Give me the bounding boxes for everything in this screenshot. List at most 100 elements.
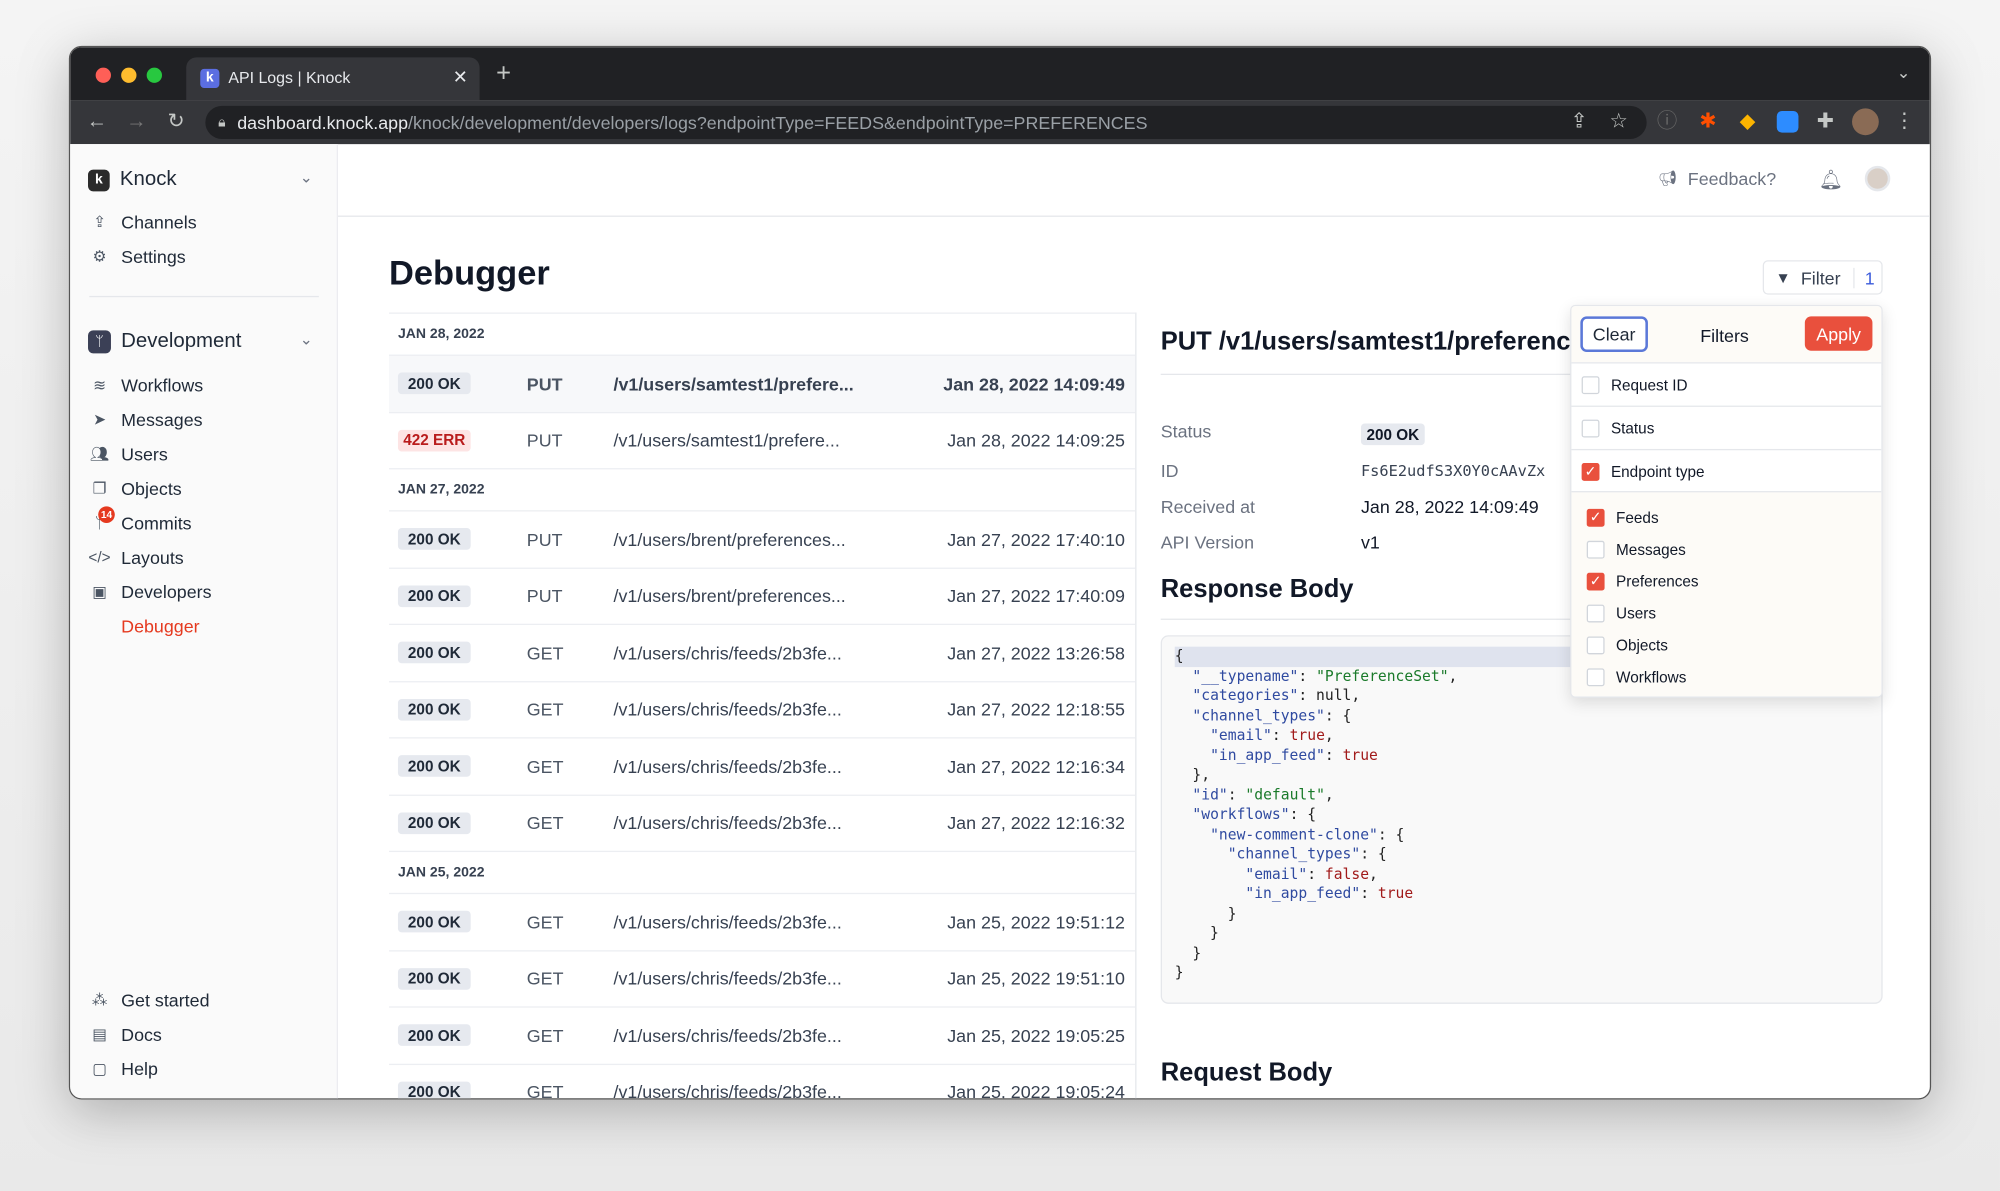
chevron-down-icon[interactable]: ⌄: [300, 168, 313, 186]
table-row[interactable]: 200 OKPUT/v1/users/brent/preferences...J…: [389, 510, 1135, 567]
sidebar-item-label: Settings: [121, 246, 186, 266]
endpoint-type-label: Preferences: [1616, 573, 1699, 591]
table-row[interactable]: 422 ERRPUT/v1/users/samtest1/prefere...J…: [389, 411, 1135, 468]
method: GET: [527, 1082, 564, 1100]
filter-option-label: Request ID: [1611, 376, 1688, 394]
sidebar-item-workflows[interactable]: ≋Workflows: [88, 371, 203, 399]
checkbox[interactable]: [1582, 376, 1600, 394]
table-row[interactable]: 200 OKPUT/v1/users/samtest1/prefere...Ja…: [389, 355, 1135, 412]
checkbox-preferences[interactable]: ✓: [1587, 573, 1605, 591]
environment-switcher[interactable]: ᛘ Development: [88, 328, 241, 356]
airtable-extension-icon[interactable]: ◆: [1735, 110, 1761, 136]
filters-popover: Clear Filters Apply Request IDStatus✓End…: [1570, 305, 1882, 698]
minimize-window-button[interactable]: [121, 68, 136, 83]
filter-button[interactable]: ▼ Filter 1: [1763, 260, 1883, 294]
sidebar-item-help[interactable]: ▢Help: [88, 1055, 158, 1083]
commits-count-badge: 14: [98, 506, 115, 523]
status-badge: 200 OK: [398, 968, 471, 990]
sidebar-item-users[interactable]: 👥︎Users: [88, 440, 168, 468]
endpoint-path: /v1/users/chris/feeds/2b3fe...: [614, 912, 842, 932]
sidebar-item-debugger[interactable]: Debugger: [121, 612, 199, 640]
bell-icon[interactable]: 🔔︎: [1819, 168, 1843, 191]
clear-button[interactable]: Clear: [1580, 316, 1648, 352]
sidebar-item-settings[interactable]: ⚙ Settings: [88, 242, 186, 270]
user-avatar[interactable]: [1865, 166, 1891, 192]
checkbox-workflows[interactable]: [1587, 668, 1605, 686]
sidebar-item-objects[interactable]: ❐Objects: [88, 474, 182, 502]
endpoint-type-label: Objects: [1616, 636, 1668, 654]
status-badge: 200 OK: [398, 585, 471, 607]
extensions-puzzle-icon[interactable]: ✚: [1812, 110, 1838, 136]
table-row[interactable]: 200 OKGET/v1/users/chris/feeds/2b3fe...J…: [389, 893, 1135, 950]
filter-option[interactable]: ✓Endpoint type: [1571, 449, 1881, 492]
workspace-switcher[interactable]: k Knock: [88, 166, 177, 194]
table-row[interactable]: 200 OKGET/v1/users/chris/feeds/2b3fe...J…: [389, 624, 1135, 681]
close-window-button[interactable]: [96, 68, 111, 83]
table-row[interactable]: 200 OKGET/v1/users/chris/feeds/2b3fe...J…: [389, 1063, 1135, 1099]
sidebar-item-label: Developers: [121, 582, 211, 602]
sidebar-item-commits[interactable]: ᛘ14Commits: [88, 509, 192, 537]
table-row[interactable]: 200 OKPUT/v1/users/brent/preferences...J…: [389, 567, 1135, 624]
request-id-value[interactable]: Fs6E2udfS3X0Y0cAAvZx: [1361, 462, 1545, 480]
table-row[interactable]: 200 OKGET/v1/users/chris/feeds/2b3fe...J…: [389, 950, 1135, 1007]
filter-option[interactable]: Status: [1571, 406, 1881, 449]
endpoint-path: /v1/users/chris/feeds/2b3fe...: [614, 1082, 842, 1100]
browser-tab[interactable]: k API Logs | Knock ✕: [186, 57, 479, 100]
gear-icon: ⚙: [88, 247, 111, 265]
new-tab-icon[interactable]: +: [496, 60, 511, 89]
table-row[interactable]: 200 OKGET/v1/users/chris/feeds/2b3fe...J…: [389, 1006, 1135, 1063]
tab-search-chevron-icon[interactable]: ⌄: [1897, 62, 1911, 82]
timestamp: Jan 27, 2022 17:40:10: [947, 529, 1125, 549]
nodes-icon: ⁂: [88, 991, 111, 1009]
checkbox[interactable]: [1582, 420, 1600, 438]
upload-box-icon: ⇪: [88, 213, 111, 231]
checkbox-messages[interactable]: [1587, 541, 1605, 559]
chevron-down-icon[interactable]: ⌄: [300, 330, 313, 348]
filter-count: 1: [1853, 267, 1874, 287]
feedback-button[interactable]: 📢︎Feedback?: [1658, 168, 1776, 188]
zoom-extension-icon[interactable]: [1777, 111, 1799, 133]
endpoint-type-label: Workflows: [1616, 668, 1686, 686]
forward-icon[interactable]: →: [124, 110, 150, 136]
checkbox-users[interactable]: [1587, 605, 1605, 623]
endpoint-path: /v1/users/chris/feeds/2b3fe...: [614, 756, 842, 776]
sidebar-item-docs[interactable]: ▤Docs: [88, 1020, 162, 1048]
maximize-window-button[interactable]: [147, 68, 162, 83]
log-list: JAN 28, 2022200 OKPUT/v1/users/samtest1/…: [389, 312, 1136, 1099]
checkbox-feeds[interactable]: ✓: [1587, 509, 1605, 527]
profile-avatar[interactable]: [1852, 108, 1879, 135]
close-tab-icon[interactable]: ✕: [453, 66, 468, 88]
workspace-name: Knock: [120, 168, 177, 191]
share-icon[interactable]: ⇪: [1566, 110, 1592, 136]
endpoint-path: /v1/users/chris/feeds/2b3fe...: [614, 643, 842, 663]
bookmark-star-icon[interactable]: ☆: [1606, 110, 1632, 136]
table-row[interactable]: 200 OKGET/v1/users/chris/feeds/2b3fe...J…: [389, 737, 1135, 794]
apply-button[interactable]: Apply: [1805, 316, 1873, 350]
address-bar[interactable]: 🔒︎ dashboard.knock.app/knock/development…: [205, 106, 1646, 139]
screen: k API Logs | Knock ✕ + ⌄ ← → ↻ 🔒︎ dashbo…: [0, 0, 2000, 1191]
filter-option[interactable]: Request ID: [1571, 362, 1881, 405]
table-row[interactable]: 200 OKGET/v1/users/chris/feeds/2b3fe...J…: [389, 794, 1135, 851]
checkbox-objects[interactable]: [1587, 636, 1605, 654]
endpoint-path: /v1/users/samtest1/prefere...: [614, 430, 840, 450]
sidebar-item-channels[interactable]: ⇪Channels: [88, 208, 197, 236]
reload-icon[interactable]: ↻: [163, 110, 189, 136]
back-icon[interactable]: ←: [84, 110, 110, 136]
documents-icon: ❐: [88, 480, 111, 498]
sidebar-item-messages[interactable]: ➤Messages: [88, 406, 203, 434]
status-badge: 200 OK: [1361, 423, 1425, 445]
endpoint-path: /v1/users/brent/preferences...: [614, 586, 846, 606]
browser-menu-icon[interactable]: ⋮: [1892, 110, 1918, 136]
sidebar-item-developers[interactable]: ▣Developers: [88, 578, 212, 606]
info-extension-icon[interactable]: ⓘ: [1654, 110, 1680, 136]
sidebar-item-layouts[interactable]: </>Layouts: [88, 543, 184, 571]
method: GET: [527, 1025, 564, 1045]
table-row[interactable]: 200 OKGET/v1/users/chris/feeds/2b3fe...J…: [389, 680, 1135, 737]
sidebar-item-get-started[interactable]: ⁂Get started: [88, 986, 210, 1014]
zapier-extension-icon[interactable]: ✱: [1695, 110, 1721, 136]
knock-favicon-icon: k: [200, 69, 219, 88]
field-label: Status: [1161, 421, 1212, 441]
endpoint-path: /v1/users/chris/feeds/2b3fe...: [614, 813, 842, 833]
checkbox[interactable]: ✓: [1582, 463, 1600, 481]
sidebar-item-label: Messages: [121, 409, 202, 429]
